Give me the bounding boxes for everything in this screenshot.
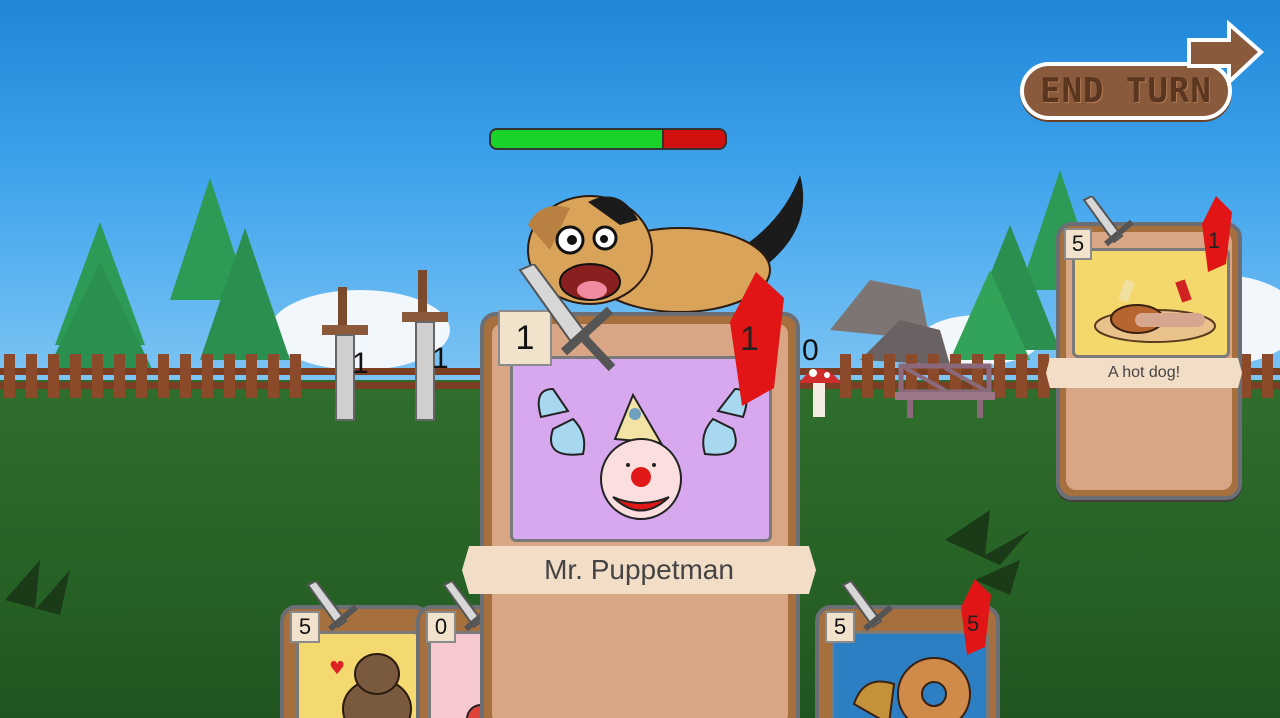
health-value: 1 xyxy=(1208,228,1221,253)
sword-icon xyxy=(518,264,616,372)
card-name: Mr. Puppetman xyxy=(544,554,734,585)
card-name-ribbon: A hot dog! xyxy=(1046,358,1242,388)
marker-value: 1 xyxy=(352,347,369,380)
park-bench xyxy=(895,363,995,418)
bear-icon: ♥ xyxy=(329,653,412,718)
enemy-health-bar xyxy=(489,128,727,150)
marker-value: 0 xyxy=(802,334,819,367)
enemy-health-fill xyxy=(491,130,665,148)
card-name-ribbon: Mr. Puppetman xyxy=(462,546,816,594)
hand-card[interactable]: ♥ 5 xyxy=(280,581,430,718)
marker-value: 1 xyxy=(432,342,449,375)
sword-icon xyxy=(841,581,893,632)
field-sword-marker: 1 xyxy=(320,285,375,425)
field-sword-marker: 1 xyxy=(398,268,453,423)
health-value: 1 xyxy=(740,320,759,358)
hand-card[interactable]: 5 5 xyxy=(815,579,1000,718)
svg-text:♥: ♥ xyxy=(329,658,345,679)
sword-icon xyxy=(1082,196,1134,247)
arrow-right-icon xyxy=(1187,20,1264,86)
selected-card[interactable]: 1 1 Mr. Puppetman xyxy=(462,264,816,718)
field-marker-zero: 0 xyxy=(800,330,840,380)
end-turn-button[interactable]: END TURN xyxy=(1020,20,1270,124)
sword-icon xyxy=(306,581,358,632)
health-gem-icon xyxy=(730,272,784,406)
card-name: A hot dog! xyxy=(1107,364,1181,381)
enemy-card[interactable]: 5 1 A hot dog! xyxy=(1046,196,1242,500)
health-value: 5 xyxy=(967,611,980,636)
